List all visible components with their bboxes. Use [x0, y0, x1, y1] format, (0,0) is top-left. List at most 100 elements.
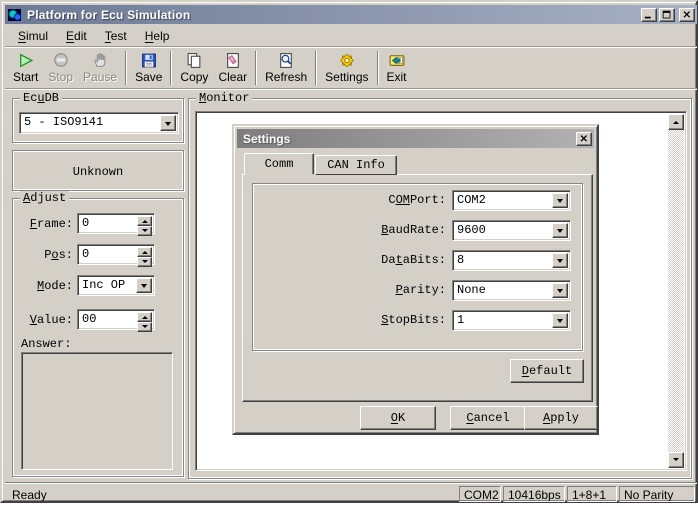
status-framing: 1+8+1	[567, 486, 617, 502]
clear-button[interactable]: Clear	[213, 49, 252, 87]
stop-button[interactable]: Stop	[43, 49, 78, 87]
default-button[interactable]: Default	[510, 359, 584, 383]
dropdown-arrow-icon	[557, 199, 563, 206]
value-spin-up-button[interactable]	[137, 312, 152, 322]
ok-button[interactable]: OK	[360, 406, 436, 430]
frame-spin-up-button[interactable]	[137, 216, 152, 226]
adjust-group: Adjust Frame: 0 Pos: 0 Mode: Inc OP Valu…	[12, 198, 184, 477]
pos-spinner[interactable]: 0	[77, 244, 155, 265]
menu-test[interactable]: Test	[96, 27, 136, 45]
spinner-up-icon	[142, 313, 148, 319]
tab-can-info-label: CAN Info	[327, 158, 385, 172]
status-ready: Ready	[7, 486, 457, 502]
databits-value: 8	[453, 251, 552, 270]
dropdown-arrow-icon	[557, 259, 563, 266]
minimize-button[interactable]	[641, 8, 657, 22]
parity-value: None	[453, 281, 552, 300]
toolbar-separator	[125, 51, 127, 85]
pause-icon	[91, 52, 109, 69]
comport-value: COM2	[453, 191, 552, 210]
ecudb-combobox[interactable]: 5 - ISO9141	[19, 112, 179, 134]
apply-button[interactable]: Apply	[524, 406, 598, 430]
spinner-down-icon	[142, 229, 148, 235]
ecudb-value: 5 - ISO9141	[20, 113, 160, 133]
stopbits-label: StopBits:	[304, 313, 446, 328]
baudrate-value: 9600	[453, 221, 552, 240]
refresh-label: Refresh	[265, 70, 307, 84]
spinner-up-icon	[142, 248, 148, 254]
dropdown-arrow-icon	[557, 229, 563, 236]
baudrate-combobox[interactable]: 9600	[452, 220, 571, 241]
frame-spinner[interactable]: 0	[77, 213, 155, 234]
menu-simul[interactable]: Simul	[9, 27, 57, 45]
settings-dialog: Settings Comm CAN Info COMPort: COM2 Bau…	[232, 124, 599, 435]
settings-label: Settings	[325, 70, 368, 84]
close-button[interactable]	[679, 8, 695, 22]
comport-combobox[interactable]: COM2	[452, 190, 571, 211]
refresh-button[interactable]: Refresh	[260, 49, 312, 87]
frame-value: 0	[78, 214, 137, 233]
comport-dropdown-button[interactable]	[552, 193, 568, 208]
protocol-value: Unknown	[13, 165, 183, 179]
dropdown-arrow-icon	[557, 289, 563, 296]
copy-button[interactable]: Copy	[175, 49, 213, 87]
parity-dropdown-button[interactable]	[552, 283, 568, 298]
parity-combobox[interactable]: None	[452, 280, 571, 301]
dropdown-arrow-icon	[557, 319, 563, 326]
ecudb-group-label: EcuDB	[20, 91, 62, 105]
toolbar-separator	[170, 51, 172, 85]
cancel-button-label: Cancel	[466, 411, 509, 425]
frame-label: Frame:	[15, 217, 73, 232]
pause-button[interactable]: Pause	[78, 49, 122, 87]
tab-comm[interactable]: Comm	[244, 153, 314, 175]
copy-icon	[185, 52, 203, 69]
scrollbar-down-button[interactable]	[668, 452, 684, 468]
stopbits-dropdown-button[interactable]	[552, 313, 568, 328]
settings-button[interactable]: Settings	[320, 49, 373, 87]
stopbits-combobox[interactable]: 1	[452, 310, 571, 331]
scrollbar-up-button[interactable]	[668, 114, 684, 130]
frame-spin-down-button[interactable]	[137, 226, 152, 236]
stopbits-value: 1	[453, 311, 552, 330]
scrollbar-up-icon	[673, 118, 679, 124]
menu-help[interactable]: Help	[136, 27, 179, 45]
save-icon	[140, 52, 158, 69]
mode-label: Mode:	[15, 279, 73, 294]
status-parity: No Parity	[619, 486, 695, 502]
pos-spin-down-button[interactable]	[137, 257, 152, 267]
exit-button[interactable]: Exit	[382, 49, 412, 87]
cancel-button[interactable]: Cancel	[450, 406, 526, 430]
mode-combobox[interactable]: Inc OP	[77, 275, 155, 296]
value-value: 00	[78, 310, 137, 329]
pos-value: 0	[78, 245, 137, 264]
databits-dropdown-button[interactable]	[552, 253, 568, 268]
tab-can-info[interactable]: CAN Info	[315, 155, 397, 175]
pos-spin-up-button[interactable]	[137, 247, 152, 257]
settings-close-button[interactable]	[576, 132, 592, 146]
spinner-down-icon	[142, 260, 148, 266]
value-spinner[interactable]: 00	[77, 309, 155, 330]
value-spin-down-button[interactable]	[137, 322, 152, 332]
monitor-vertical-scrollbar[interactable]	[668, 114, 684, 468]
toolbar: Start Stop Pause Save Copy	[5, 46, 697, 89]
status-bar: Ready COM2 10416bps 1+8+1 No Parity	[5, 482, 697, 502]
dropdown-arrow-icon	[141, 284, 147, 291]
ecudb-dropdown-button[interactable]	[160, 115, 176, 131]
parity-label: Parity:	[304, 283, 446, 298]
save-button[interactable]: Save	[130, 49, 167, 87]
start-button[interactable]: Start	[8, 49, 43, 87]
answer-label: Answer:	[21, 337, 71, 352]
databits-combobox[interactable]: 8	[452, 250, 571, 271]
baudrate-dropdown-button[interactable]	[552, 223, 568, 238]
monitor-group-label: Monitor	[196, 91, 252, 105]
spinner-up-icon	[142, 217, 148, 223]
mode-dropdown-button[interactable]	[136, 278, 152, 293]
main-window: Platform for Ecu Simulation Simul Edit T…	[0, 0, 698, 503]
default-button-label: Default	[522, 364, 572, 378]
menu-edit[interactable]: Edit	[57, 27, 96, 45]
maximize-button[interactable]	[659, 8, 675, 22]
answer-listbox[interactable]	[21, 352, 173, 470]
ok-button-label: OK	[391, 411, 405, 425]
maximize-icon	[660, 9, 674, 21]
minimize-icon	[642, 9, 656, 21]
